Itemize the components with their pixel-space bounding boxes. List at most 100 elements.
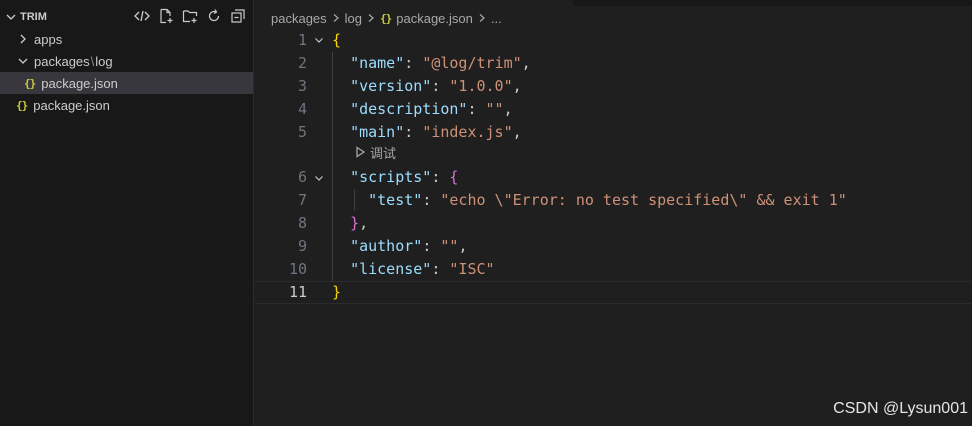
code-text: }, xyxy=(332,212,368,235)
fold-chevron-icon[interactable] xyxy=(311,29,327,52)
line-number: 4 xyxy=(297,99,307,118)
code-token: "main" xyxy=(350,122,405,141)
fold-chevron-icon[interactable] xyxy=(311,166,327,189)
code-line[interactable]: 1{ xyxy=(255,29,972,52)
code-line[interactable]: 8 }, xyxy=(255,212,972,235)
code-token: { xyxy=(449,168,459,187)
code-line[interactable]: 6 "scripts": { xyxy=(255,166,972,189)
code-text: "description": "", xyxy=(332,98,513,121)
tree-item-label: packages xyxy=(34,53,90,69)
codelens-debug[interactable]: 调试 xyxy=(354,141,396,163)
code-token: "" xyxy=(440,237,459,256)
collapse-all-icon[interactable] xyxy=(229,7,247,25)
code-text: } xyxy=(332,281,341,304)
code-token: : xyxy=(404,53,423,72)
chevron-down-icon xyxy=(4,10,18,24)
code-line[interactable]: 3 "version": "1.0.0", xyxy=(255,75,972,98)
line-number: 3 xyxy=(297,76,307,95)
code-token: : xyxy=(431,168,450,187)
breadcrumb-item[interactable]: log xyxy=(345,11,362,26)
code-token: "scripts" xyxy=(350,168,432,187)
line-number: 1 xyxy=(297,31,307,49)
code-token: "description" xyxy=(350,99,468,118)
tree-item-packages-log[interactable]: packages \ log xyxy=(0,50,253,72)
code-line[interactable]: 7 "test": "echo \"Error: no test specifi… xyxy=(255,189,972,212)
collapse-code-icon[interactable] xyxy=(133,7,151,25)
editor-area: packages log {} package.json ... 调试 1{2 … xyxy=(255,0,972,426)
tree-item-label: package.json xyxy=(33,97,110,113)
code-token: : xyxy=(467,99,486,118)
new-file-icon[interactable] xyxy=(157,7,175,25)
code-text: "author": "", xyxy=(332,235,467,258)
json-file-icon: {} xyxy=(16,98,28,112)
code-text: "name": "@log/trim", xyxy=(332,52,531,75)
code-token: , xyxy=(512,122,522,141)
code-token: , xyxy=(512,76,522,95)
code-token: : xyxy=(431,76,450,95)
chevron-right-icon xyxy=(366,13,376,23)
tab-strip xyxy=(573,0,972,6)
codelens-label: 调试 xyxy=(370,145,397,161)
code-token: : xyxy=(404,122,423,141)
new-folder-icon[interactable] xyxy=(181,7,199,25)
breadcrumb-item[interactable]: ... xyxy=(491,11,502,26)
code-token: } xyxy=(350,214,360,233)
code-token: { xyxy=(332,31,342,49)
line-number: 9 xyxy=(297,237,307,256)
workspace-title: TRIM xyxy=(20,11,47,23)
line-number: 6 xyxy=(297,168,307,187)
json-file-icon: {} xyxy=(24,76,36,90)
code-text: "main": "index.js", xyxy=(332,121,522,144)
json-file-icon: {} xyxy=(380,11,392,25)
chevron-right-icon xyxy=(477,13,487,23)
code-line[interactable]: 4 "description": "", xyxy=(255,98,972,121)
code-token: , xyxy=(458,237,468,256)
watermark: CSDN @Lysun001 xyxy=(833,400,968,417)
code-text: "license": "ISC" xyxy=(332,258,495,281)
code-line[interactable]: 9 "author": "", xyxy=(255,235,972,258)
tree-item-label: package.json xyxy=(41,75,118,91)
chevron-down-icon xyxy=(16,54,30,68)
code-line[interactable]: 11} xyxy=(255,280,972,304)
code-text: "test": "echo \"Error: no test specified… xyxy=(332,189,847,212)
tree-item-label: log xyxy=(95,53,113,69)
path-separator: \ xyxy=(90,53,95,69)
code-token: "version" xyxy=(350,76,432,95)
code-token: "ISC" xyxy=(449,260,495,278)
code-token: "" xyxy=(485,99,504,118)
code-token: "index.js" xyxy=(422,122,513,141)
tree-item-root-package-json[interactable]: {} package.json xyxy=(0,94,253,116)
code-text: "scripts": { xyxy=(332,166,458,189)
code-text: { xyxy=(332,29,341,52)
explorer-sidebar: TRIM apps packages\log {} package.json xyxy=(0,0,254,426)
tree-item-label: apps xyxy=(34,31,63,47)
code-line[interactable]: 10 "license": "ISC" xyxy=(255,258,972,281)
tree-item-apps[interactable]: apps xyxy=(0,28,253,50)
code-line[interactable]: 5 "main": "index.js", xyxy=(255,121,972,144)
code-line[interactable]: 2 "name": "@log/trim", xyxy=(255,52,972,75)
code-token: , xyxy=(521,53,531,72)
code-token: : xyxy=(431,260,450,278)
code-token: "1.0.0" xyxy=(449,76,513,95)
code-token: , xyxy=(359,214,369,233)
tree-item-log-package-json[interactable]: {} package.json xyxy=(0,72,253,94)
code-token: : xyxy=(422,191,441,210)
play-icon xyxy=(356,146,366,158)
code-token: "test" xyxy=(368,191,423,210)
breadcrumb-item[interactable]: packages xyxy=(271,11,327,26)
breadcrumb-item[interactable]: package.json xyxy=(396,11,473,26)
line-number: 10 xyxy=(288,260,307,278)
line-number: 11 xyxy=(288,282,307,301)
line-number: 5 xyxy=(297,122,307,141)
code-token: : xyxy=(422,237,441,256)
refresh-icon[interactable] xyxy=(205,7,223,25)
code-token: "name" xyxy=(350,53,405,72)
